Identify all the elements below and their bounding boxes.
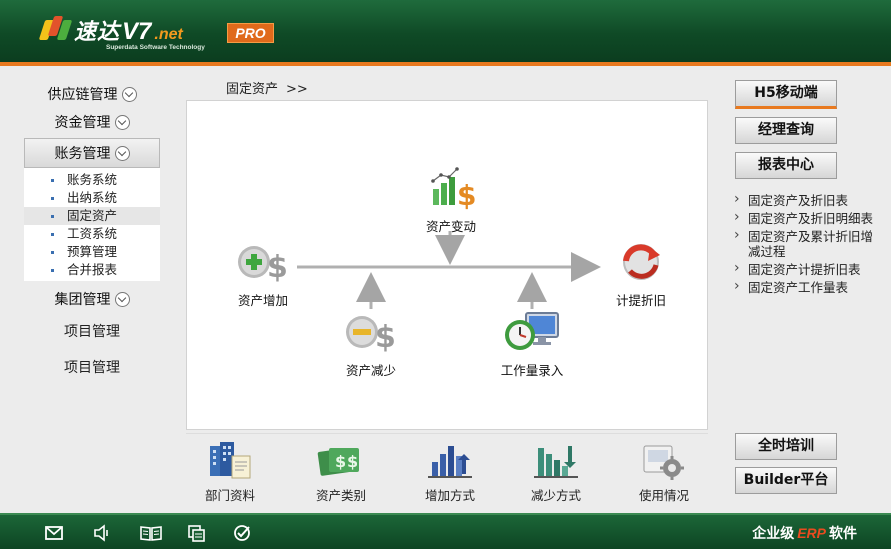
node-label: 工作量录入 [500,363,564,378]
builder-platform-button[interactable]: Builder平台 [735,467,837,494]
breadcrumb: 固定资产 >> [226,78,308,97]
settings-gear-icon [643,445,684,480]
subitem-payroll-system[interactable]: 工资系统 [24,225,160,243]
copy-icon[interactable] [187,524,207,542]
nav-group-accounting[interactable]: 账务管理 [24,138,160,168]
node-label: 资产增加 [237,293,288,308]
subitem-accounting-system[interactable]: 账务系统 [24,171,160,189]
node-asset-increase[interactable]: $ 资产增加 [221,239,305,309]
tool-asset-category[interactable]: $ $ 资产类别 [301,440,381,504]
report-link-depreciation-detail[interactable]: 固定资产及折旧明细表 [734,210,884,226]
tool-label: 增加方式 [424,488,475,503]
tool-label: 部门资料 [204,488,255,503]
speaker-icon[interactable] [92,524,112,542]
logo-subtitle: Superdata Software Technology [106,44,205,51]
logo-cn-text: 速达 [74,20,121,45]
node-workload-entry[interactable]: 工作量录入 [485,309,579,379]
chevron-down-icon [114,291,130,307]
nav-project-management-1[interactable]: 项目管理 [24,313,160,349]
left-navigation: 供应链管理 资金管理 账务管理 账务系统 出纳系统 固定资产 工资系统 预算管理… [24,80,160,385]
app-header: 速达 V7 .net Superdata Software Technology… [0,0,891,62]
node-depreciation[interactable]: 计提折旧 [599,239,683,309]
bar-chart-down-icon [534,446,578,478]
chevron-down-icon [121,86,137,102]
accounting-subitems: 账务系统 出纳系统 固定资产 工资系统 预算管理 合并报表 [24,168,160,281]
pro-badge: PRO [227,23,274,43]
footer-brand: 企业级 ERP 软件 [752,525,857,542]
money-bills-icon: $ $ [317,448,359,476]
plus-dollar-icon: $ [238,246,288,285]
nav-project-management-2[interactable]: 项目管理 [24,349,160,385]
clock-monitor-icon [505,312,559,350]
tool-label: 资产类别 [315,488,366,503]
nav-group-group-management[interactable]: 集团管理 [24,285,160,313]
mail-icon[interactable] [44,524,64,542]
report-link-depreciation-table[interactable]: 固定资产及折旧表 [734,192,884,208]
header-accent-stripe [0,62,891,66]
nav-group-label: 资金管理 [54,115,111,131]
node-asset-decrease[interactable]: $ 资产减少 [329,309,413,379]
report-link-accumulated-depreciation[interactable]: 固定资产及累计折旧增减过程 [734,228,884,259]
svg-text:$: $ [457,179,476,211]
node-label: 资产减少 [345,363,396,378]
svg-text:$: $ [267,250,288,285]
building-document-icon [210,442,251,479]
refresh-arrow-icon [623,244,660,280]
node-asset-change[interactable]: $ 资产变动 [409,163,493,235]
report-links: 固定资产及折旧表 固定资产及折旧明细表 固定资产及累计折旧增减过程 固定资产计提… [734,192,884,298]
subitem-fixed-assets[interactable]: 固定资产 [24,207,160,225]
book-icon[interactable] [139,524,163,542]
chart-dollar-icon: $ [431,167,476,212]
bottom-toolbar: 部门资料 $ $ 资产类别 增加方式 减少方式 使用情况 [186,433,708,507]
logo-net-text: .net [154,26,183,43]
report-link-depreciation-provision[interactable]: 固定资产计提折旧表 [734,261,884,277]
subitem-consolidated-reports[interactable]: 合并报表 [24,261,160,279]
node-label: 计提折旧 [615,293,666,308]
tool-label: 使用情况 [638,488,689,503]
nav-group-label: 集团管理 [54,292,111,308]
bar-chart-up-icon [428,446,472,478]
check-icon[interactable] [232,524,252,542]
tool-department-info[interactable]: 部门资料 [190,440,270,504]
nav-group-supply-chain[interactable]: 供应链管理 [24,80,160,108]
fixed-assets-flow-panel: $ 资产变动 $ 资产增加 计提折旧 $ 资产减少 工作量录入 [186,100,708,430]
minus-dollar-icon: $ [346,316,396,355]
nav-group-label: 账务管理 [54,146,111,162]
svg-text:$: $ [375,320,396,355]
h5-mobile-button[interactable]: H5移动端 [735,80,837,109]
tool-label: 减少方式 [530,488,581,503]
manager-query-button[interactable]: 经理查询 [735,117,837,144]
svg-text:$: $ [347,452,358,471]
subitem-budget-management[interactable]: 预算管理 [24,243,160,261]
fulltime-training-button[interactable]: 全时培训 [735,433,837,460]
app-footer: 企业级 ERP 软件 [0,513,891,549]
svg-text:$: $ [335,452,346,471]
chevron-down-icon [114,145,130,161]
chevron-down-icon [114,114,130,130]
breadcrumb-separator: >> [286,82,308,97]
app-logo: 速达 V7 .net Superdata Software Technology [38,14,205,51]
subitem-cashier-system[interactable]: 出纳系统 [24,189,160,207]
report-link-workload-table[interactable]: 固定资产工作量表 [734,279,884,295]
report-center-button[interactable]: 报表中心 [735,152,837,179]
node-label: 资产变动 [425,219,476,234]
tool-increase-method[interactable]: 增加方式 [410,440,490,504]
breadcrumb-current[interactable]: 固定资产 [226,82,278,97]
tool-usage-status[interactable]: 使用情况 [624,440,704,504]
tool-decrease-method[interactable]: 减少方式 [516,440,596,504]
nav-group-label: 供应链管理 [47,87,118,103]
nav-group-funds[interactable]: 资金管理 [24,108,160,136]
logo-version-text: V7 [122,18,152,45]
logo-mark-icon [38,14,73,40]
